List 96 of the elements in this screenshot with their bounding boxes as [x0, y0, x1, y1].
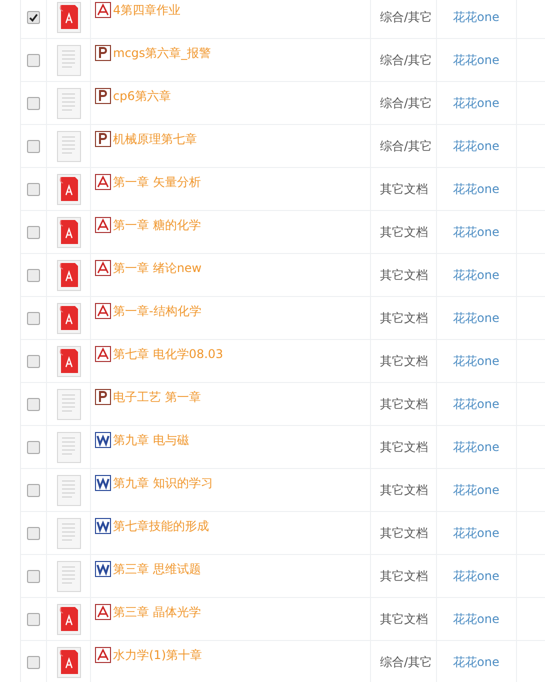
document-title-link[interactable]: 第九章 电与磁 — [95, 432, 189, 449]
pdf-icon — [95, 2, 111, 18]
document-title-link[interactable]: 第一章-结构化学 — [95, 303, 202, 320]
document-icon — [57, 388, 81, 420]
category-text: 综合/其它 — [380, 94, 432, 112]
checkbox[interactable] — [27, 354, 40, 368]
uploader-link[interactable]: 花花one — [453, 224, 500, 240]
word-icon — [95, 475, 111, 491]
category-text: 其它文档 — [380, 568, 428, 584]
pdf-document-icon — [57, 216, 81, 248]
pdf-document-icon — [57, 646, 81, 678]
document-title-link[interactable]: 第三章 晶体光学 — [95, 604, 201, 621]
pdf-icon — [95, 260, 111, 276]
checkbox[interactable] — [27, 398, 40, 410]
pdf-document-icon — [57, 2, 81, 32]
checkbox[interactable] — [27, 268, 40, 282]
uploader-link[interactable]: 花花one — [453, 524, 500, 542]
word-icon — [95, 561, 111, 577]
checkbox[interactable] — [27, 526, 40, 540]
pdf-document-icon — [57, 346, 81, 376]
checkbox[interactable] — [27, 570, 40, 582]
pdf-document-icon — [57, 604, 81, 634]
document-icon — [57, 44, 81, 76]
document-title-link[interactable]: 第三章 思维试题 — [95, 561, 201, 578]
uploader-link[interactable]: 花花one — [453, 654, 500, 670]
category-text: 其它文档 — [380, 224, 428, 240]
document-title-link[interactable]: 机械原理第七章 — [95, 131, 197, 148]
pdf-icon — [95, 174, 111, 190]
checkbox[interactable] — [27, 312, 40, 324]
pdf-icon — [95, 647, 111, 663]
pdf-document-icon — [57, 174, 81, 204]
checkbox[interactable] — [27, 226, 40, 238]
checkbox[interactable] — [27, 656, 40, 668]
category-text: 其它文档 — [380, 266, 428, 284]
document-title-link[interactable]: 电子工艺 第一章 — [95, 389, 201, 406]
checkbox[interactable] — [27, 612, 40, 626]
document-title-link[interactable]: 4第四章作业 — [95, 2, 181, 19]
document-title-link[interactable]: 第七章 电化学08.03 — [95, 346, 224, 363]
document-title-link[interactable]: cp6第六章 — [95, 88, 171, 105]
category-text: 其它文档 — [380, 180, 428, 198]
pdf-document-icon — [57, 260, 81, 290]
checkbox[interactable] — [27, 54, 40, 66]
uploader-link[interactable]: 花花one — [453, 352, 500, 370]
checkbox[interactable] — [27, 10, 40, 24]
document-title-link[interactable]: 第一章 绪论new — [95, 260, 202, 277]
document-title-link[interactable]: 第七章技能的形成 — [95, 518, 209, 535]
uploader-link[interactable]: 花花one — [453, 610, 500, 628]
document-title-link[interactable]: 第九章 知识的学习 — [95, 475, 213, 492]
word-icon — [95, 518, 111, 534]
document-icon — [57, 474, 81, 506]
uploader-link[interactable]: 花花one — [453, 310, 500, 326]
ppt-icon — [95, 389, 111, 405]
uploader-link[interactable]: 花花one — [453, 94, 500, 112]
uploader-link[interactable]: 花花one — [453, 438, 500, 456]
document-icon — [57, 518, 81, 548]
checkbox[interactable] — [27, 96, 40, 110]
category-text: 其它文档 — [380, 438, 428, 456]
pdf-icon — [95, 303, 111, 319]
category-text: 综合/其它 — [380, 654, 432, 670]
document-icon — [57, 560, 81, 592]
uploader-link[interactable]: 花花one — [453, 8, 500, 26]
document-title-link[interactable]: 第一章 矢量分析 — [95, 174, 201, 191]
uploader-link[interactable]: 花花one — [453, 568, 500, 584]
uploader-link[interactable]: 花花one — [453, 138, 500, 154]
category-text: 其它文档 — [380, 610, 428, 628]
category-text: 其它文档 — [380, 310, 428, 326]
checkbox[interactable] — [27, 440, 40, 454]
ppt-icon — [95, 88, 111, 104]
document-title-link[interactable]: 水力学(1)第十章 — [95, 647, 202, 664]
pdf-icon — [95, 217, 111, 233]
pdf-icon — [95, 604, 111, 620]
category-text: 其它文档 — [380, 482, 428, 498]
checkbox[interactable] — [27, 182, 40, 196]
category-text: 综合/其它 — [380, 52, 432, 68]
category-text: 其它文档 — [380, 524, 428, 542]
uploader-link[interactable]: 花花one — [453, 482, 500, 498]
document-title-link[interactable]: 第一章 糖的化学 — [95, 217, 201, 234]
checkbox[interactable] — [27, 140, 40, 152]
category-text: 其它文档 — [380, 396, 428, 412]
category-text: 其它文档 — [380, 352, 428, 370]
uploader-link[interactable]: 花花one — [453, 396, 500, 412]
document-icon — [57, 130, 81, 162]
checkbox[interactable] — [27, 484, 40, 496]
pdf-document-icon — [57, 302, 81, 334]
uploader-link[interactable]: 花花one — [453, 52, 500, 68]
pdf-icon — [95, 346, 111, 362]
document-icon — [57, 88, 81, 118]
category-text: 综合/其它 — [380, 138, 432, 154]
document-title-link[interactable]: mcgs第六章_报警 — [95, 45, 212, 62]
uploader-link[interactable]: 花花one — [453, 180, 500, 198]
ppt-icon — [95, 45, 111, 61]
uploader-link[interactable]: 花花one — [453, 266, 500, 284]
category-text: 综合/其它 — [380, 8, 432, 26]
ppt-icon — [95, 131, 111, 147]
document-icon — [57, 432, 81, 462]
word-icon — [95, 432, 111, 448]
